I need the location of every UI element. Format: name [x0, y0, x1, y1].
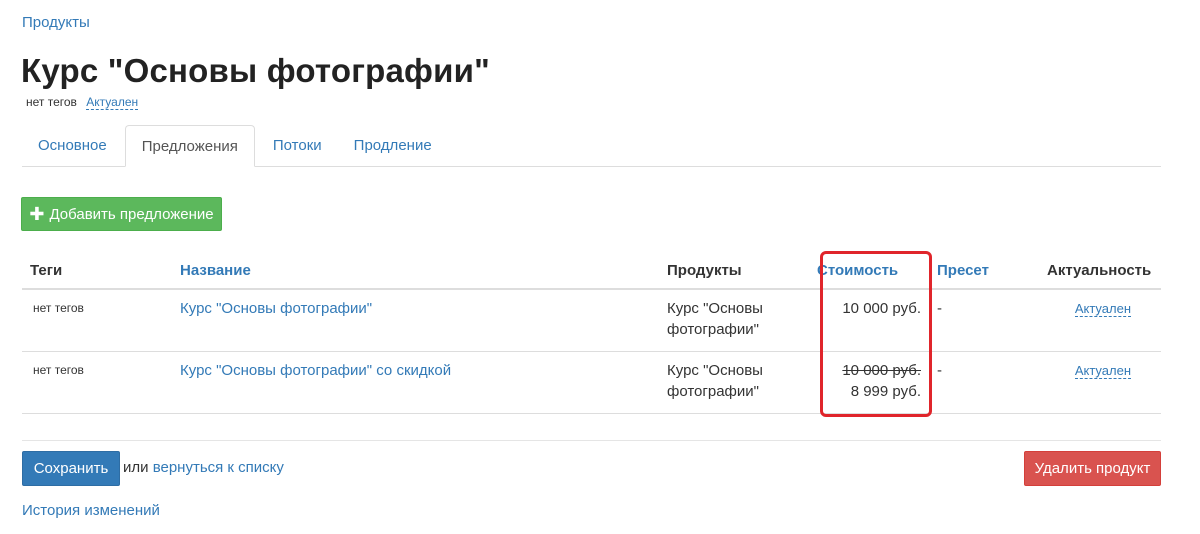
- sort-name-link[interactable]: Название: [180, 262, 251, 279]
- current-price: 10 000 руб.: [842, 300, 921, 317]
- add-offer-label: Добавить предложение: [49, 205, 214, 223]
- tab-renewal[interactable]: Продление: [338, 125, 448, 165]
- product-meta: нет тегов Актуален: [26, 95, 139, 110]
- tab-main[interactable]: Основное: [22, 125, 123, 165]
- row-activity: Актуален: [1039, 289, 1161, 352]
- delete-product-button[interactable]: Удалить продукт: [1024, 451, 1161, 486]
- header-name[interactable]: Название: [172, 252, 659, 290]
- row-products: Курс "Основы фотографии": [659, 289, 809, 352]
- row-preset: -: [929, 289, 1039, 352]
- offer-status-link[interactable]: Актуален: [1074, 301, 1131, 317]
- header-tags: Теги: [22, 252, 172, 290]
- row-price: 10 000 руб. 8 999 руб.: [809, 351, 929, 414]
- product-status-link[interactable]: Актуален: [86, 95, 139, 110]
- row-name-cell: Курс "Основы фотографии" со скидкой: [172, 351, 659, 414]
- offer-name-link[interactable]: Курс "Основы фотографии": [180, 300, 372, 317]
- offer-name-link[interactable]: Курс "Основы фотографии" со скидкой: [180, 362, 451, 379]
- header-price[interactable]: Стоимость: [809, 252, 929, 290]
- table-header-row: Теги Название Продукты Стоимость Пресет …: [22, 252, 1161, 290]
- tab-offers[interactable]: Предложения: [124, 125, 255, 167]
- row-tags: нет тегов: [22, 351, 172, 414]
- header-products: Продукты: [659, 252, 809, 290]
- change-history-link[interactable]: История изменений: [22, 502, 160, 519]
- table-row: нет тегов Курс "Основы фотографии" со ск…: [22, 351, 1161, 414]
- or-text: или: [123, 459, 149, 476]
- footer-divider: [22, 440, 1161, 441]
- tab-streams[interactable]: Потоки: [257, 125, 338, 165]
- sort-price-link[interactable]: Стоимость: [817, 262, 898, 279]
- header-activity: Актуальность: [1039, 252, 1161, 290]
- header-preset[interactable]: Пресет: [929, 252, 1039, 290]
- add-offer-button[interactable]: ✚ Добавить предложение: [21, 197, 222, 231]
- row-activity: Актуален: [1039, 351, 1161, 414]
- save-button[interactable]: Сохранить: [22, 451, 120, 486]
- page-title: Курс "Основы фотографии": [21, 52, 490, 89]
- row-price: 10 000 руб.: [809, 289, 929, 352]
- table-row: нет тегов Курс "Основы фотографии" Курс …: [22, 289, 1161, 352]
- plus-icon: ✚: [29, 204, 45, 224]
- offer-status-link[interactable]: Актуален: [1074, 363, 1131, 379]
- product-tags: нет тегов: [26, 95, 77, 109]
- old-price: 10 000 руб.: [842, 362, 921, 379]
- row-products: Курс "Основы фотографии": [659, 351, 809, 414]
- offers-table: Теги Название Продукты Стоимость Пресет …: [22, 252, 1161, 414]
- tabs: Основное Предложения Потоки Продление: [22, 125, 1161, 167]
- save-tail: или вернуться к списку: [123, 459, 284, 476]
- back-to-list-link[interactable]: вернуться к списку: [153, 459, 284, 476]
- row-preset: -: [929, 351, 1039, 414]
- current-price: 8 999 руб.: [850, 383, 921, 400]
- sort-preset-link[interactable]: Пресет: [937, 262, 989, 279]
- row-tags: нет тегов: [22, 289, 172, 352]
- row-name-cell: Курс "Основы фотографии": [172, 289, 659, 352]
- breadcrumb-products[interactable]: Продукты: [22, 14, 90, 31]
